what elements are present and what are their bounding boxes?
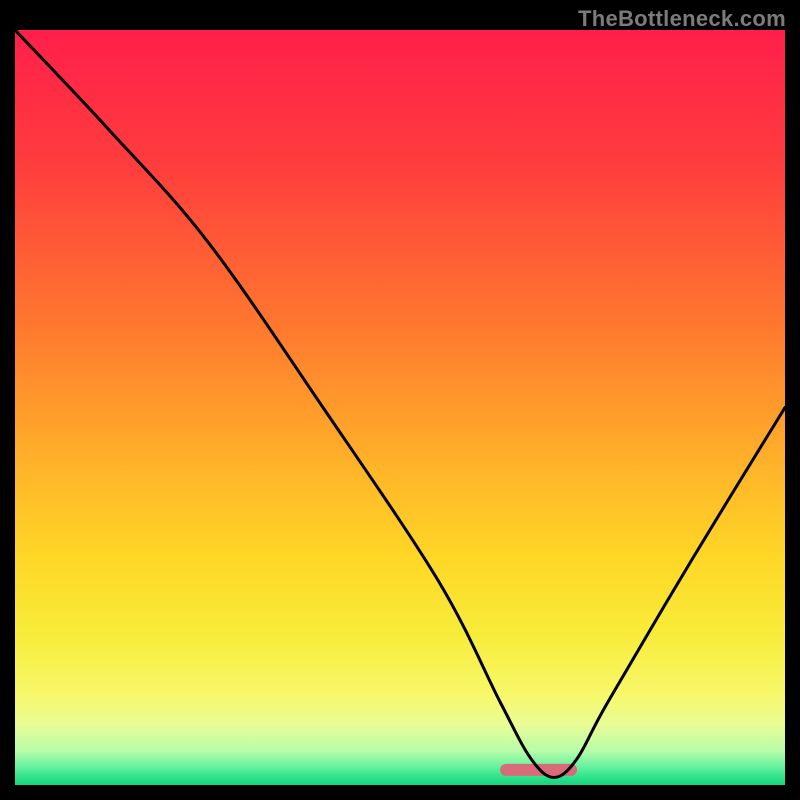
gradient-background [15,30,785,785]
plot-area [15,30,785,785]
watermark-text: TheBottleneck.com [578,6,786,32]
bottleneck-chart [15,30,785,785]
chart-frame: TheBottleneck.com [0,0,800,800]
